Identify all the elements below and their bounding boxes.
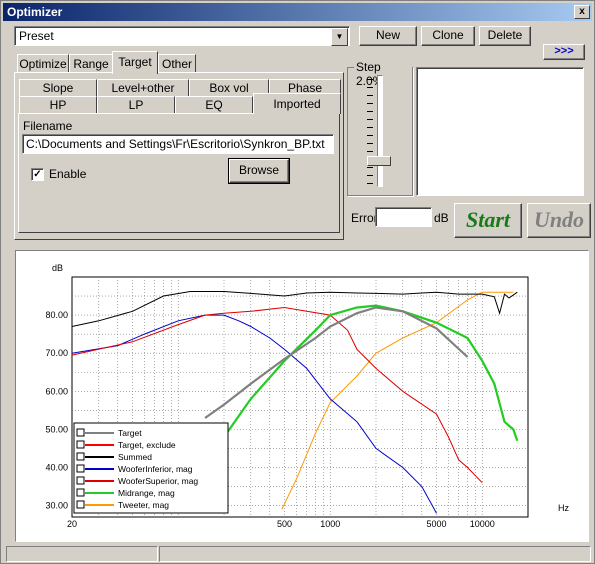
x-tick-label: 20 xyxy=(67,519,77,529)
new-button[interactable]: New xyxy=(359,26,417,46)
y-tick-label: 40.00 xyxy=(45,462,68,472)
filename-input[interactable]: C:\Documents and Settings\Fr\Escritorio\… xyxy=(22,134,334,154)
frequency-response-chart: dB Hz 80.00 70.00 60.00 50.00 40.00 30.00 20 500 1… xyxy=(15,250,589,542)
status-pane-2 xyxy=(159,546,591,562)
slider-tick xyxy=(367,135,373,136)
x-tick-label: 1000 xyxy=(320,519,340,529)
legend-label: WooferInferior, mag xyxy=(118,464,193,474)
tab-range[interactable]: Range xyxy=(69,54,113,73)
optimizer-window: Optimizer x Preset ▼ New Clone Delete >>… xyxy=(0,0,595,564)
slider-tick xyxy=(367,127,373,128)
tab-target[interactable]: Target xyxy=(112,51,158,74)
window-title: Optimizer xyxy=(7,5,63,19)
slider-tick xyxy=(367,151,373,152)
slider-tick xyxy=(367,87,373,88)
output-box xyxy=(416,67,584,196)
x-axis-label: Hz xyxy=(558,503,569,513)
y-tick-label: 80.00 xyxy=(45,310,68,320)
chevron-down-icon[interactable]: ▼ xyxy=(331,28,348,46)
legend-label: Target xyxy=(118,428,142,438)
delete-button[interactable]: Delete xyxy=(479,26,531,46)
close-button[interactable]: x xyxy=(574,5,590,19)
clone-button[interactable]: Clone xyxy=(421,26,475,46)
series-line xyxy=(204,306,469,419)
legend-checkbox xyxy=(76,452,85,461)
enable-checkbox[interactable]: ✓ xyxy=(31,168,44,181)
subtab-hp[interactable]: HP xyxy=(19,96,97,113)
chart-svg: dB Hz 80.00 70.00 60.00 50.00 40.00 30.00 20 500 1… xyxy=(45,263,569,529)
legend-label: WooferSuperior, mag xyxy=(118,476,198,486)
slider-tick xyxy=(367,175,373,176)
step-slider-thumb[interactable] xyxy=(367,156,391,166)
slider-tick xyxy=(367,119,373,120)
slider-tick xyxy=(367,143,373,144)
preset-value: Preset xyxy=(19,29,54,43)
x-tick-label: 10000 xyxy=(470,519,495,529)
subtab-slope[interactable]: Slope xyxy=(19,79,97,96)
slider-tick xyxy=(367,111,373,112)
legend-checkbox xyxy=(76,488,85,497)
legend-checkbox xyxy=(76,476,85,485)
subtab-imported[interactable]: Imported xyxy=(253,93,341,114)
legend-label: Summed xyxy=(118,452,152,462)
y-tick-label: 50.00 xyxy=(45,424,68,434)
chart-legend: Target Target, exclude Summed WooferInferio… xyxy=(73,422,229,514)
subtab-level-other[interactable]: Level+other xyxy=(97,79,189,96)
slider-tick xyxy=(367,95,373,96)
subtab-lp[interactable]: LP xyxy=(97,96,175,113)
y-tick-label: 70.00 xyxy=(45,348,68,358)
tab-optimize[interactable]: Optimize xyxy=(17,54,69,73)
legend-checkbox xyxy=(76,464,85,473)
y-tick-label: 30.00 xyxy=(45,501,68,511)
browse-button[interactable]: Browse xyxy=(228,158,290,184)
tab-other[interactable]: Other xyxy=(158,54,196,73)
expand-button[interactable]: >>> xyxy=(543,44,585,60)
legend-checkbox xyxy=(76,440,85,449)
legend-checkbox xyxy=(76,428,85,437)
preset-select[interactable]: Preset ▼ xyxy=(14,26,350,46)
x-tick-label: 5000 xyxy=(426,519,446,529)
error-field[interactable] xyxy=(375,207,432,227)
slider-tick xyxy=(367,103,373,104)
status-pane-1 xyxy=(6,546,158,562)
x-tick-label: 500 xyxy=(277,519,292,529)
enable-label: Enable xyxy=(49,167,87,181)
undo-button[interactable]: Undo xyxy=(527,203,591,238)
y-axis-label: dB xyxy=(52,263,63,273)
legend-label: Tweeter, mag xyxy=(118,500,169,510)
slider-tick xyxy=(367,79,373,80)
step-slider-track[interactable] xyxy=(377,75,383,187)
start-button[interactable]: Start xyxy=(454,203,522,238)
title-bar[interactable]: Optimizer x xyxy=(3,3,592,21)
slider-tick xyxy=(367,183,373,184)
legend-label: Target, exclude xyxy=(118,440,176,450)
series-line xyxy=(281,291,514,510)
series-line xyxy=(223,304,519,442)
legend-checkbox xyxy=(76,500,85,509)
error-label: Error xyxy=(351,211,378,225)
legend-label: Midrange, mag xyxy=(118,488,175,498)
slider-tick xyxy=(367,167,373,168)
step-label: Step 2.0% xyxy=(354,60,412,88)
error-unit: dB xyxy=(434,211,449,225)
subtab-eq[interactable]: EQ xyxy=(175,96,253,113)
y-tick-label: 60.00 xyxy=(45,386,68,396)
filename-label: Filename xyxy=(23,119,73,133)
